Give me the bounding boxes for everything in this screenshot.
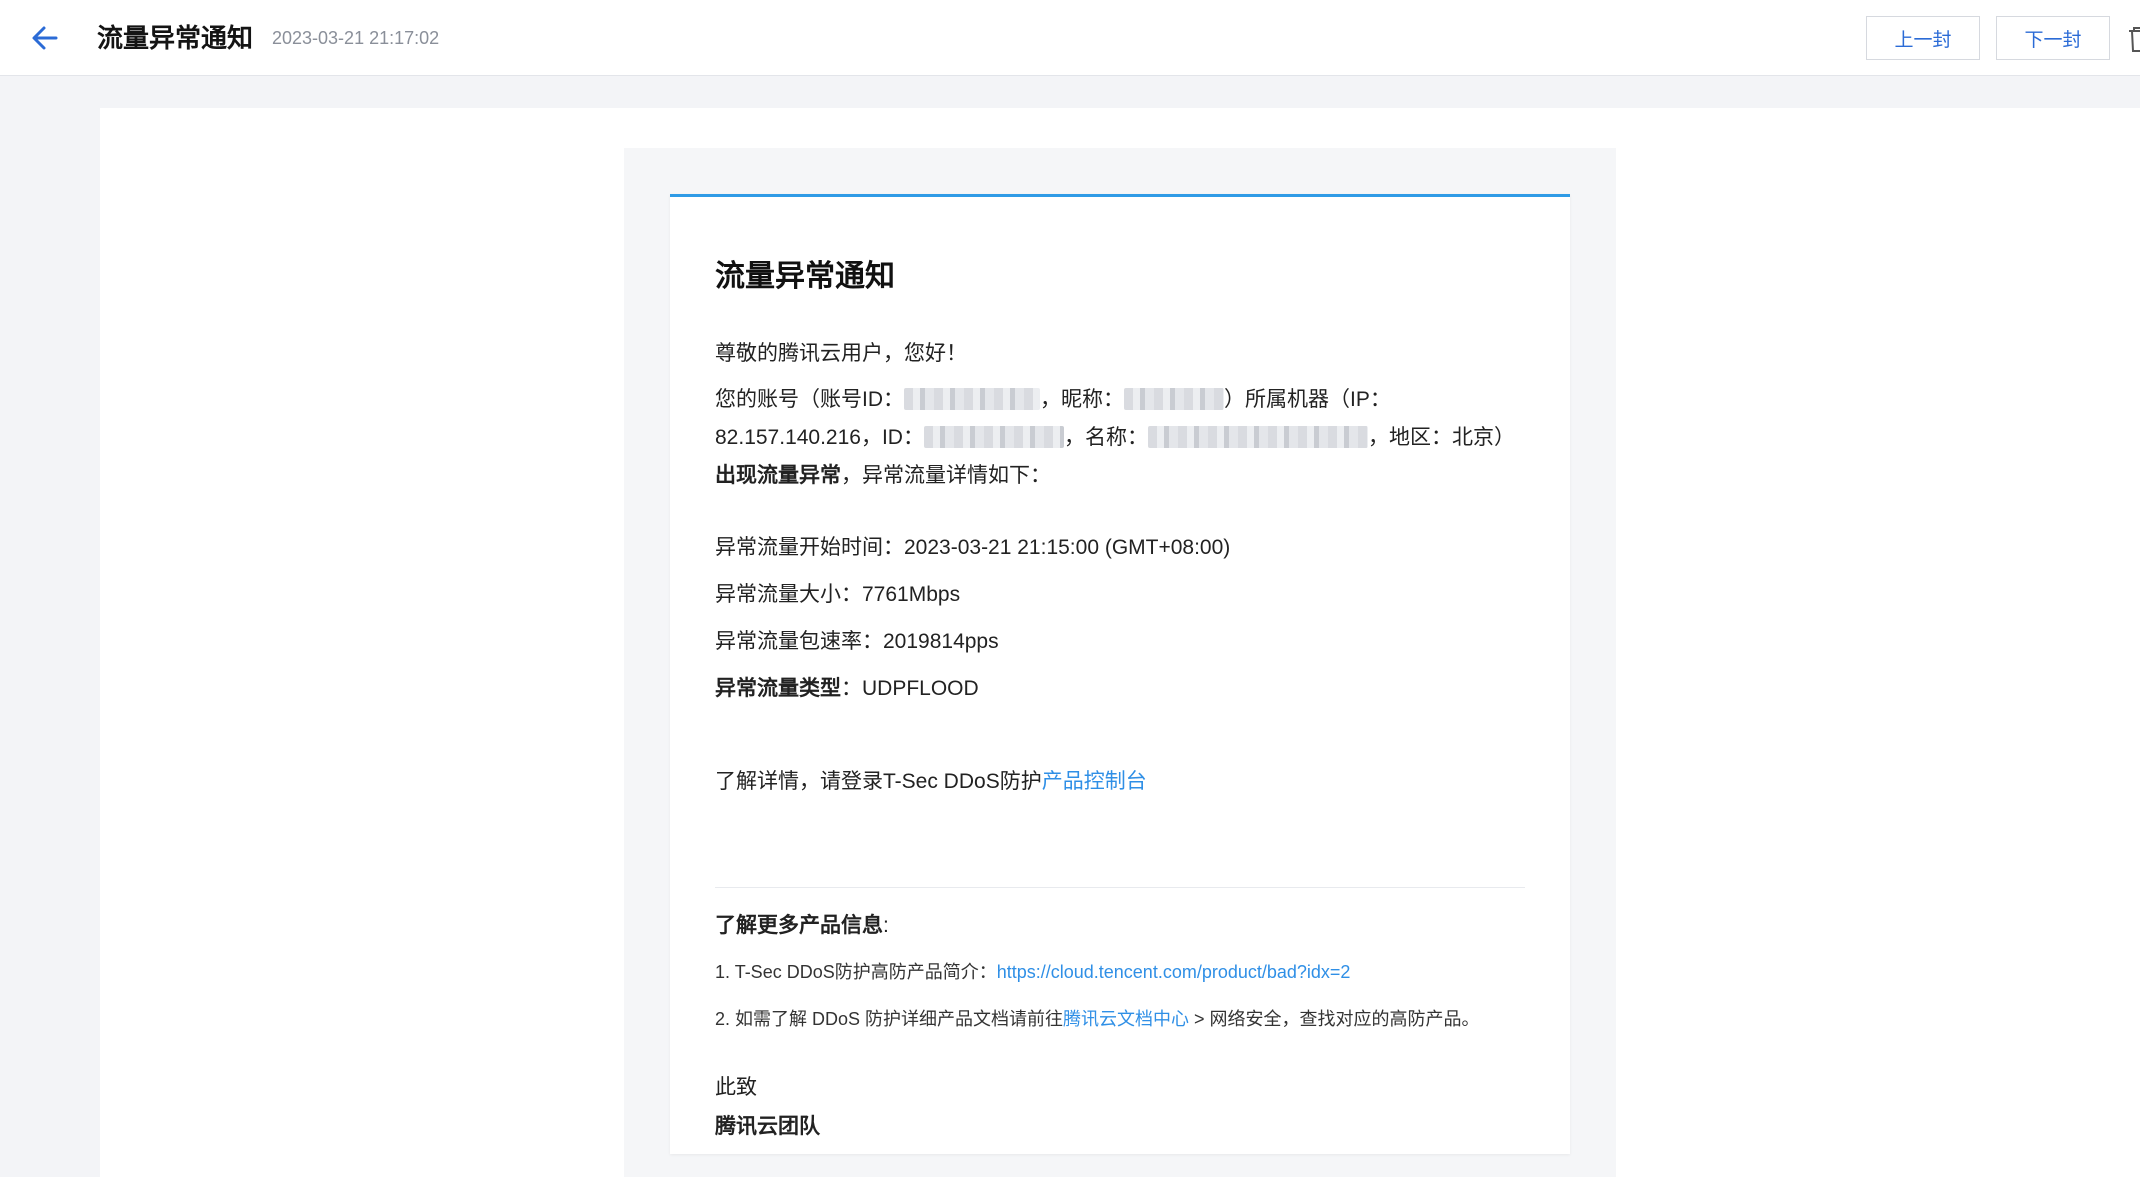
account-text: ，异常流量详情如下： [841,464,1051,487]
info-item-2: 2. 如需了解 DDoS 防护详细产品文档请前往腾讯云文档中心 > 网络安全，查… [715,1006,1480,1032]
redacted-nickname [1124,388,1224,410]
abnormal-highlight: 出现流量异常 [715,464,841,487]
details-line: 了解详情，请登录T-Sec DDoS防护产品控制台 [715,763,1147,801]
account-text: ，名称： [1063,426,1148,449]
more-info-heading-text: 了解更多产品信息 [715,914,883,937]
closing: 此致 [715,1076,757,1099]
redacted-instance-id [923,426,1064,448]
start-time: 异常流量开始时间：2023-03-21 21:15:00 (GMT+08:00) [715,536,1231,559]
signature: 腾讯云团队 [715,1115,820,1138]
account-paragraph: 您的账号（账号ID： ，昵称： ）所属机器（IP：82.157.140.216，ID… [715,381,1525,495]
info-item-2-text: 2. 如需了解 DDoS 防护详细产品文档请前往 [715,1009,1064,1029]
mail-title: 流量异常通知 [715,260,895,293]
arrow-left-icon [32,26,58,50]
previous-mail-button[interactable]: 上一封 [1866,16,1980,60]
top-toolbar: 流量异常通知 2023-03-21 21:17:02 上一封 下一封 [0,0,2140,76]
product-link[interactable]: https://cloud.tencent.com/product/bad?id… [997,962,1351,982]
account-text: 您的账号（账号ID： [715,388,904,411]
mail-date: 2023-03-21 21:17:02 [272,28,440,48]
packet-rate: 异常流量包速率：2019814pps [715,630,999,653]
divider [715,887,1525,888]
trash-icon[interactable] [2126,24,2140,54]
account-text: ，昵称： [1040,388,1124,411]
info-item-1: 1. T-Sec DDoS防护高防产品简介：https://cloud.tenc… [715,959,1350,985]
page-title: 流量异常通知 [97,23,254,53]
details-text: 了解详情，请登录T-Sec DDoS防护 [715,770,1042,793]
info-item-1-text: 1. T-Sec DDoS防护高防产品简介： [715,962,997,982]
redacted-account-id [904,388,1040,410]
traffic-size: 异常流量大小：7761Mbps [715,583,961,606]
mail-body-frame: 流量异常通知 尊敬的腾讯云用户，您好！ 您的账号（账号ID： ，昵称： ）所属机器（… [624,148,1616,1177]
traffic-type-label: 异常流量类型 [715,677,841,700]
info-item-2-tail: > 网络安全，查找对应的高防产品。 [1189,1009,1480,1029]
mail-card: 流量异常通知 尊敬的腾讯云用户，您好！ 您的账号（账号ID： ，昵称： ）所属机器（… [670,194,1570,1154]
back-button[interactable] [26,20,62,56]
console-link[interactable]: 产品控制台 [1042,770,1147,793]
greeting: 尊敬的腾讯云用户，您好！ [715,342,967,365]
more-info-heading: 了解更多产品信息: [715,907,889,945]
next-mail-button[interactable]: 下一封 [1996,16,2110,60]
more-info-colon: : [883,914,889,937]
docs-center-link[interactable]: 腾讯云文档中心 [1063,1009,1189,1029]
traffic-type: 异常流量类型：UDPFLOOD [715,670,979,708]
account-text: ，地区：北京） [1367,426,1515,449]
mail-view: 流量异常通知 尊敬的腾讯云用户，您好！ 您的账号（账号ID： ，昵称： ）所属机器（… [100,108,2140,1177]
redacted-instance-name [1147,426,1368,448]
traffic-type-value: ：UDPFLOOD [841,677,979,700]
